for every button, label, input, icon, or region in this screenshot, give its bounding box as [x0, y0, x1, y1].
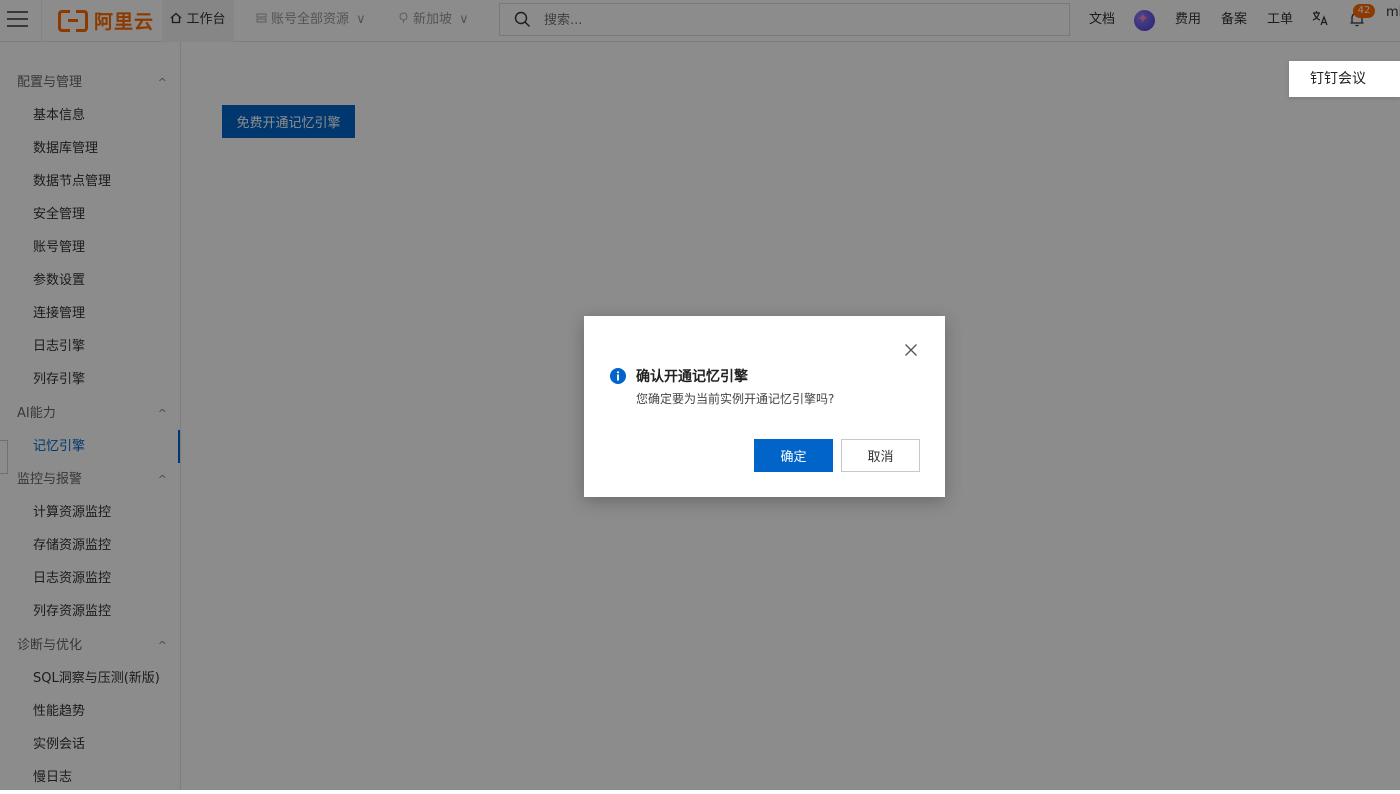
- close-icon[interactable]: [903, 342, 919, 358]
- dingtalk-meeting-label: 钉钉会议: [1310, 71, 1366, 87]
- info-icon: [610, 368, 626, 384]
- cancel-button[interactable]: 取消: [841, 439, 920, 472]
- dialog-title: 确认开通记忆引擎: [636, 369, 748, 385]
- dingtalk-meeting-widget[interactable]: 钉钉会议: [1289, 61, 1400, 97]
- dialog-message: 您确定要为当前实例开通记忆引擎吗?: [636, 392, 835, 406]
- confirm-dialog: 确认开通记忆引擎 您确定要为当前实例开通记忆引擎吗? 确定 取消: [584, 316, 945, 497]
- confirm-button[interactable]: 确定: [754, 439, 833, 472]
